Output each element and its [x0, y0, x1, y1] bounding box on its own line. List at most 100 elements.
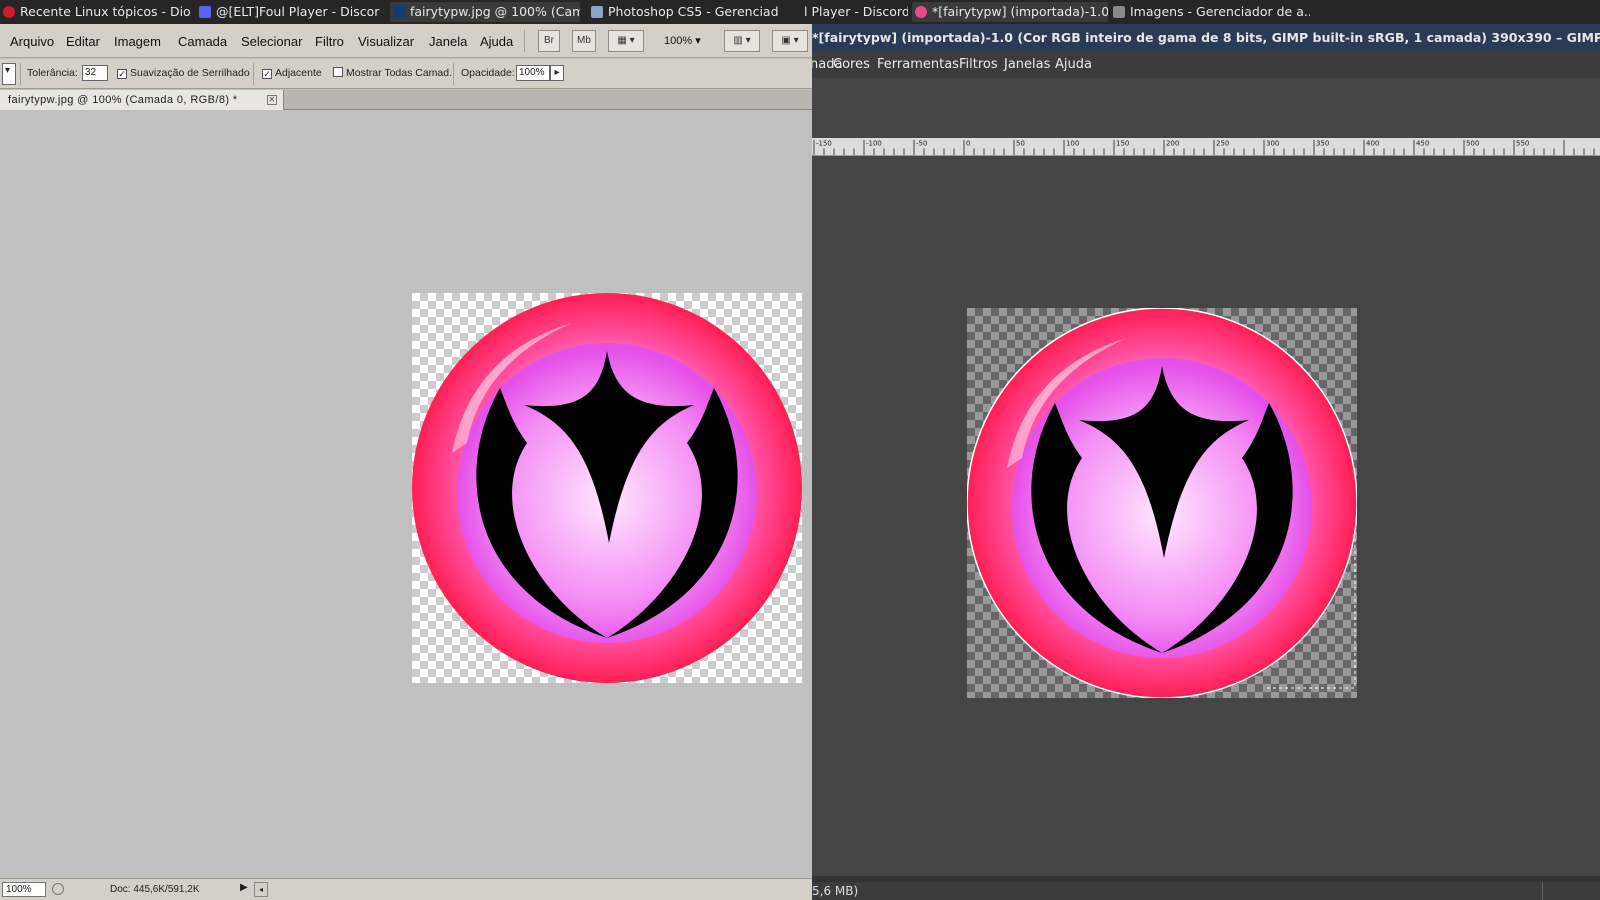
gimp-menu-cores[interactable]: Cores [833, 57, 870, 72]
ps-image-canvas[interactable] [412, 293, 802, 683]
gimp-status-bar: 5,6 MB) [812, 882, 1600, 900]
extras-dropdown[interactable]: ▦ ▾ [608, 30, 644, 52]
checkbox-unchecked-icon [333, 67, 343, 77]
status-zoom-input[interactable]: 100% [2, 882, 46, 897]
arrange-documents-dropdown[interactable]: ▥ ▾ [724, 30, 760, 52]
ruler-label: 200 [1166, 140, 1179, 148]
screen-mode-dropdown[interactable]: ▣ ▾ [772, 30, 808, 52]
gimp-image-canvas[interactable] [967, 308, 1357, 698]
ruler-label: 550 [1516, 140, 1529, 148]
image-viewer-icon [1113, 6, 1125, 18]
gimp-menu-janelas[interactable]: Janelas [1004, 57, 1050, 72]
separator [1542, 882, 1543, 900]
taskbar: Recente Linux tópicos - Dioli... @[ELT]F… [0, 0, 1600, 24]
ps-menu-selecionar[interactable]: Selecionar [241, 34, 302, 49]
ps-menu-editar[interactable]: Editar [66, 34, 100, 49]
ps-menu-camada[interactable]: Camada [178, 34, 227, 49]
separator [524, 30, 525, 52]
ruler-ticks: -150 -100 -50 0 50 100 150 200 250 300 350 400 450 50… [813, 140, 1595, 155]
ruler-label: -50 [916, 140, 927, 148]
ps-canvas-area[interactable] [0, 111, 812, 864]
zoom-value: 100% [664, 35, 693, 47]
tolerance-input[interactable]: 32 [82, 65, 108, 81]
contiguous-label: Adjacente [275, 67, 322, 79]
ruler-label: 350 [1316, 140, 1329, 148]
ruler-label: 50 [1016, 140, 1025, 148]
scroll-left-button[interactable]: ◂ [254, 882, 268, 897]
antialias-label: Suavização de Serrilhado [130, 67, 250, 79]
taskbar-item-label: Imagens - Gerenciador de a... [1130, 4, 1310, 19]
gimp-horizontal-ruler[interactable]: -150 -100 -50 0 50 100 150 200 250 300 350 400 450 50… [812, 138, 1600, 156]
photoshop-icon [393, 6, 405, 18]
ruler-label: -100 [866, 140, 882, 148]
separator [20, 63, 21, 85]
ruler-label: 450 [1416, 140, 1429, 148]
discord-icon [199, 6, 211, 18]
taskbar-item-label: Photoshop CS5 - Gerenciad... [608, 4, 778, 19]
ps-menubar: Arquivo Editar Imagem Camada Selecionar … [0, 24, 812, 58]
taskbar-item-label: *[fairytypw] (importada)-1.0... [932, 4, 1108, 19]
separator [453, 63, 454, 85]
taskbar-item-label: @[ELT]Foul Player - Discord [216, 4, 380, 19]
memory-usage: 5,6 MB) [812, 884, 859, 898]
ps-menu-ajuda[interactable]: Ajuda [480, 34, 513, 49]
taskbar-item-discord-2[interactable]: l Player - Discord] [800, 2, 908, 22]
ps-menu-arquivo[interactable]: Arquivo [10, 34, 54, 49]
taskbar-item-photoshop[interactable]: fairytypw.jpg @ 100% (Cam... [390, 2, 580, 22]
ps-menu-imagem[interactable]: Imagem [114, 34, 161, 49]
fairy-type-symbol-image [412, 293, 802, 683]
gimp-menu-ajuda[interactable]: Ajuda [1055, 57, 1092, 72]
zoom-dropdown[interactable]: 100% ▾ [664, 34, 701, 47]
taskbar-item-file-manager[interactable]: Photoshop CS5 - Gerenciad... [588, 2, 778, 22]
bridge-button[interactable]: Br [538, 30, 560, 52]
all-layers-label: Mostrar Todas Camad. [346, 67, 453, 79]
document-tab-label: fairytypw.jpg @ 100% (Camada 0, RGB/8) * [8, 94, 238, 106]
gimp-menu-filtros[interactable]: Filtros [959, 57, 998, 72]
taskbar-item-image-viewer[interactable]: Imagens - Gerenciador de a... [1110, 2, 1310, 22]
gimp-window: *[fairytypw] (importada)-1.0 (Cor RGB in… [812, 24, 1600, 900]
taskbar-item-gimp[interactable]: *[fairytypw] (importada)-1.0... [912, 2, 1108, 22]
taskbar-item-label: fairytypw.jpg @ 100% (Cam... [410, 4, 580, 19]
gimp-menubar: nada Cores Ferramentas Filtros Janelas A… [812, 52, 1600, 78]
minibridge-button[interactable]: Mb [572, 30, 596, 52]
taskbar-item-opera[interactable]: Recente Linux tópicos - Dioli... [0, 2, 190, 22]
ps-document-tabs: fairytypw.jpg @ 100% (Camada 0, RGB/8) *… [0, 90, 812, 110]
checkbox-checked-icon: ✓ [262, 69, 272, 79]
ruler-label: 150 [1116, 140, 1129, 148]
ruler-label: 300 [1266, 140, 1279, 148]
all-layers-checkbox[interactable]: Mostrar Todas Camad. [333, 67, 452, 79]
tolerance-label: Tolerância: [27, 67, 78, 79]
opacity-label: Opacidade: [461, 67, 515, 79]
ruler-label: -150 [816, 140, 832, 148]
ps-menu-visualizar[interactable]: Visualizar [358, 34, 414, 49]
gimp-canvas-area[interactable] [812, 157, 1600, 877]
fairy-type-symbol-image [967, 308, 1357, 698]
tool-preset-picker[interactable]: ▾ [2, 63, 16, 85]
ruler-label: 0 [966, 140, 970, 148]
gimp-title-bar: *[fairytypw] (importada)-1.0 (Cor RGB in… [812, 24, 1600, 52]
contiguous-checkbox[interactable]: ✓ Adjacente [262, 67, 322, 79]
opera-icon [3, 6, 15, 18]
checkbox-checked-icon: ✓ [117, 69, 127, 79]
status-menu-arrow[interactable]: ▶ [240, 882, 248, 893]
ps-document-tab[interactable]: fairytypw.jpg @ 100% (Camada 0, RGB/8) *… [0, 90, 284, 110]
antialias-checkbox[interactable]: ✓ Suavização de Serrilhado [117, 67, 250, 79]
opacity-input[interactable]: 100% [516, 65, 550, 81]
ruler-label: 400 [1366, 140, 1379, 148]
photoshop-window: Arquivo Editar Imagem Camada Selecionar … [0, 24, 812, 900]
close-icon[interactable]: ✕ [267, 95, 277, 105]
ps-options-bar: ▾ Tolerância: 32 ✓ Suavização de Serrilha… [0, 59, 812, 89]
ps-menu-janela[interactable]: Janela [429, 34, 467, 49]
document-size: Doc: 445,6K/591,2K [110, 884, 200, 895]
gimp-menu-ferramentas[interactable]: Ferramentas [877, 57, 959, 72]
taskbar-item-label: l Player - Discord] [804, 4, 908, 19]
taskbar-item-label: Recente Linux tópicos - Dioli... [20, 4, 190, 19]
ruler-label: 100 [1066, 140, 1079, 148]
separator [253, 63, 254, 85]
taskbar-item-discord[interactable]: @[ELT]Foul Player - Discord [196, 2, 380, 22]
opacity-slider-arrow[interactable]: ▸ [550, 65, 564, 81]
status-info-icon[interactable] [52, 883, 64, 895]
ruler-label: 250 [1216, 140, 1229, 148]
ps-menu-filtro[interactable]: Filtro [315, 34, 344, 49]
folder-icon [591, 6, 603, 18]
